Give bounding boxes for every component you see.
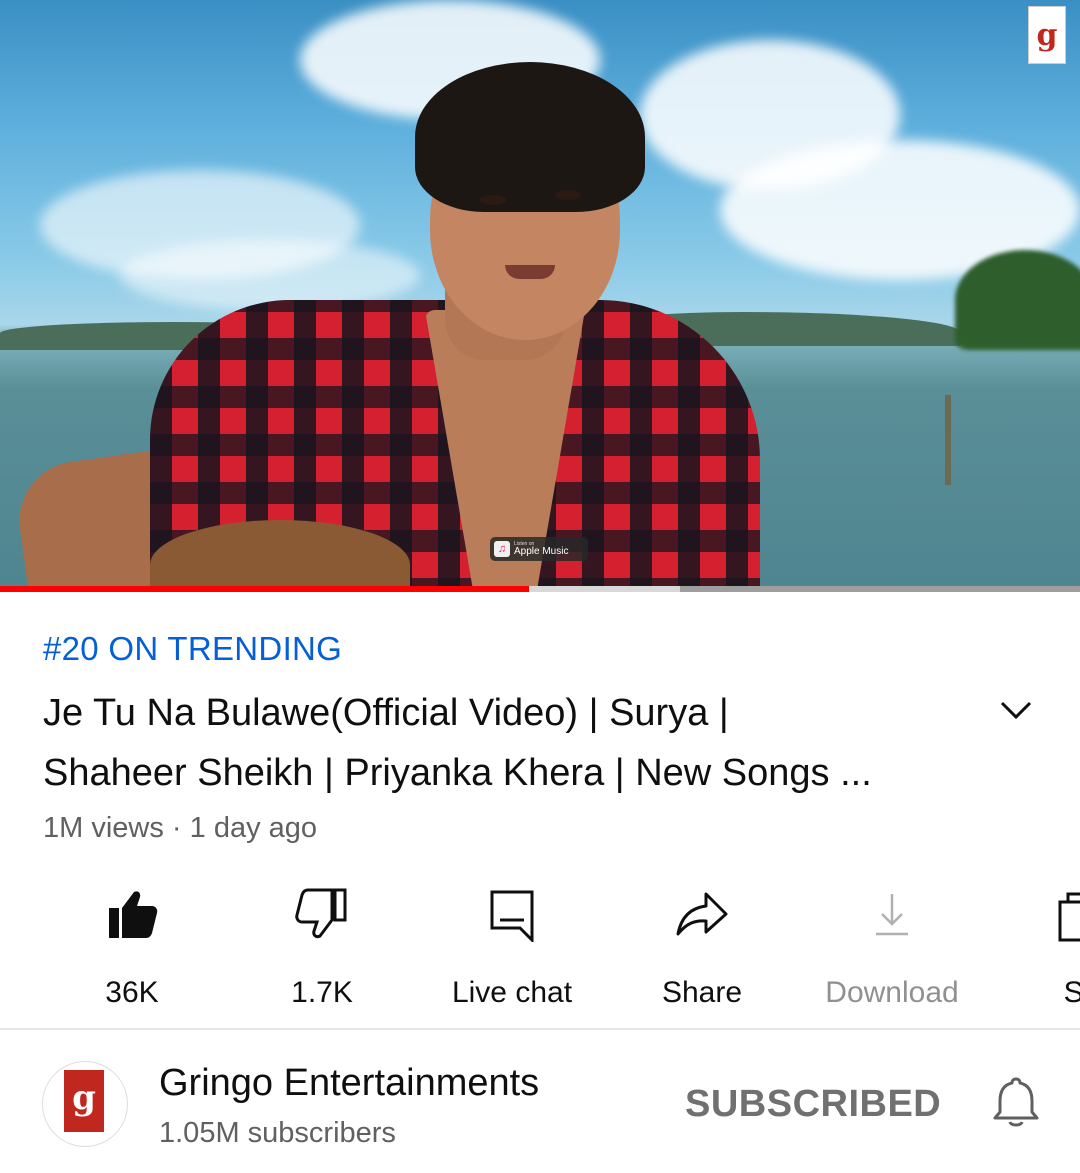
dislike-count: 1.7K bbox=[291, 976, 353, 1009]
apple-music-badge[interactable]: ♫ Listen on Apple Music bbox=[490, 537, 588, 561]
download-button[interactable]: Download bbox=[797, 880, 987, 1010]
video-player[interactable]: g ♫ Listen on Apple Music bbox=[0, 0, 1080, 590]
eye bbox=[480, 195, 506, 205]
dislike-button[interactable]: 1.7K bbox=[227, 880, 417, 1010]
chat-icon bbox=[490, 890, 534, 942]
action-bar: 36K 1.7K Live chat Share Download S bbox=[0, 880, 1080, 1020]
palm-trees bbox=[955, 250, 1080, 350]
trending-badge[interactable]: #20 ON TRENDING bbox=[43, 630, 342, 668]
water-pole bbox=[945, 395, 951, 485]
avatar-letter: g bbox=[72, 1078, 96, 1118]
title-line: Je Tu Na Bulawe(Official Video) | Surya … bbox=[43, 692, 729, 734]
channel-avatar[interactable]: g bbox=[42, 1061, 128, 1147]
notification-bell-icon[interactable] bbox=[990, 1074, 1042, 1130]
channel-logo: g bbox=[64, 1070, 104, 1132]
subscribed-button[interactable]: SUBSCRIBED bbox=[685, 1083, 941, 1126]
live-chat-label: Live chat bbox=[451, 976, 573, 1009]
music-note-icon: ♫ bbox=[494, 541, 510, 557]
share-icon bbox=[676, 892, 728, 936]
progress-played bbox=[0, 586, 530, 592]
share-button[interactable]: Share bbox=[607, 880, 797, 1010]
subscriber-count: 1.05M subscribers bbox=[159, 1117, 396, 1149]
download-label: Download bbox=[825, 976, 959, 1009]
like-count: 36K bbox=[105, 976, 159, 1009]
channel-watermark[interactable]: g bbox=[1028, 6, 1066, 64]
like-button[interactable]: 36K bbox=[37, 880, 227, 1010]
save-label: Sa bbox=[1063, 976, 1080, 1009]
divider bbox=[0, 1028, 1080, 1030]
save-button[interactable]: Sa bbox=[987, 880, 1080, 1010]
download-icon bbox=[876, 894, 908, 936]
chevron-down-icon[interactable] bbox=[996, 690, 1036, 730]
title-line: Shaheer Sheikh | Priyanka Khera | New So… bbox=[43, 752, 872, 794]
hair bbox=[415, 62, 645, 212]
watermark-letter: g bbox=[1036, 17, 1058, 53]
thumbs-down-icon bbox=[295, 888, 347, 939]
video-meta: 1M views · 1 day ago bbox=[43, 812, 318, 844]
apple-badge-label: Apple Music bbox=[514, 545, 569, 557]
share-label: Share bbox=[661, 976, 743, 1009]
live-chat-button[interactable]: Live chat bbox=[417, 880, 607, 1010]
eye bbox=[555, 190, 581, 200]
mouth bbox=[505, 265, 555, 279]
save-playlist-icon bbox=[1058, 892, 1080, 942]
video-title[interactable]: Je Tu Na Bulawe(Official Video) | Surya … bbox=[43, 683, 963, 803]
thumbs-up-filled-icon bbox=[109, 891, 158, 938]
progress-bar[interactable] bbox=[0, 586, 1080, 592]
channel-name[interactable]: Gringo Entertainments bbox=[159, 1062, 539, 1105]
